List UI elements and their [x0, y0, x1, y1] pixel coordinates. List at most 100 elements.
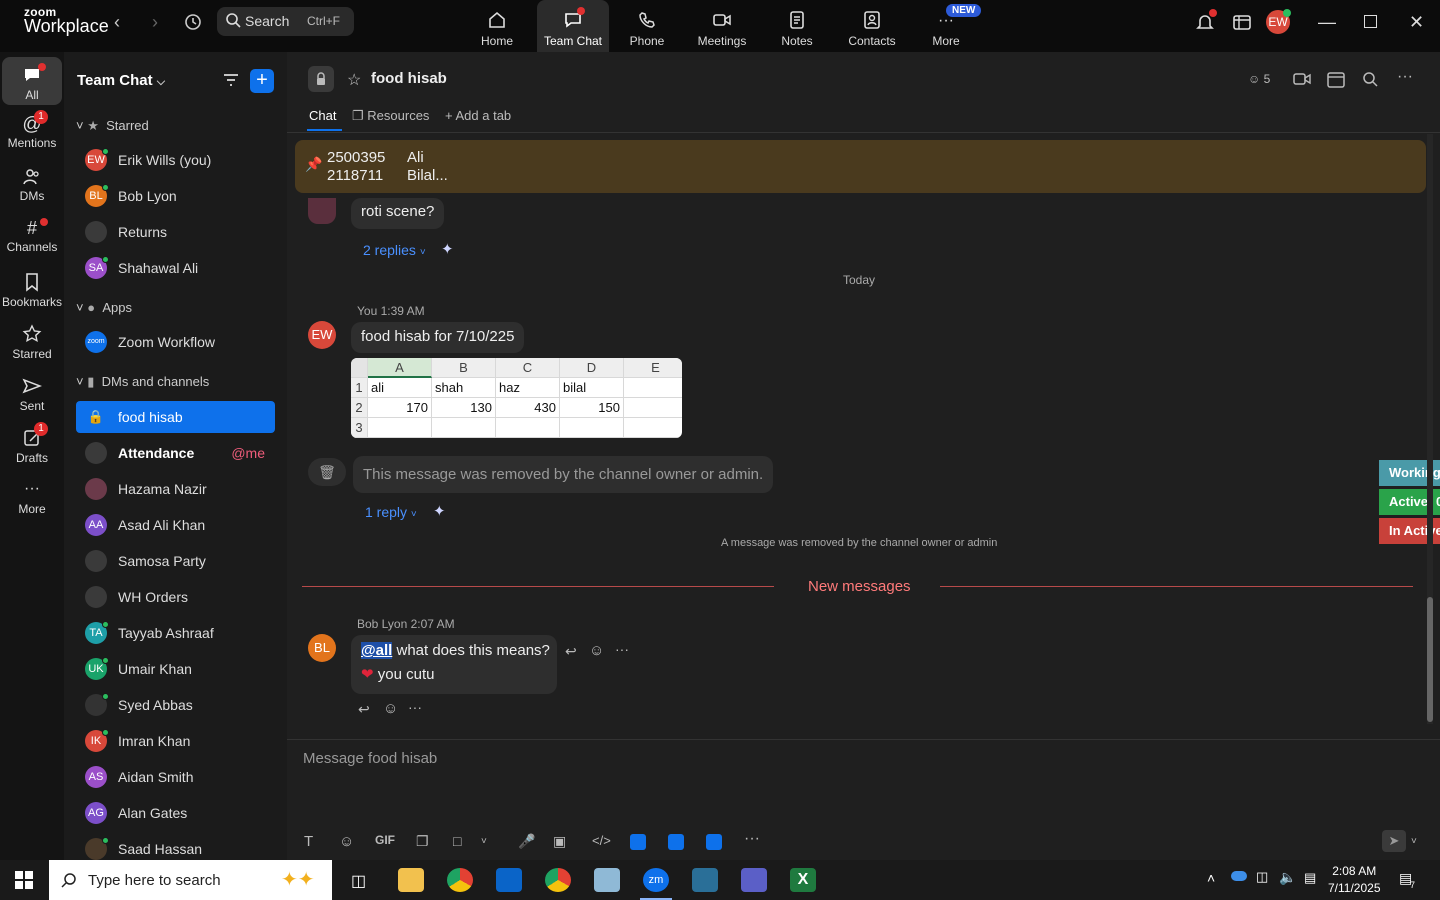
volume-icon[interactable]: 🔈	[1279, 869, 1296, 886]
send-button[interactable]: ➤	[1382, 830, 1406, 852]
nav-team-chat[interactable]: Team Chat	[537, 0, 609, 52]
sidebar-item-samosa[interactable]: Samosa Party	[76, 545, 275, 577]
nav-meetings[interactable]: Meetings	[686, 0, 758, 52]
rail-drafts[interactable]: Drafts 1	[2, 422, 62, 465]
search-box[interactable]: Search Ctrl+F	[217, 7, 354, 36]
app-icon[interactable]	[706, 834, 722, 850]
gif-button[interactable]: GIF	[375, 833, 395, 847]
section-dms-channels[interactable]: ˅ ▮ DMs and channels	[76, 374, 209, 390]
members-button[interactable]: ☺ 5	[1248, 72, 1270, 86]
text-format-icon[interactable]: T	[304, 833, 313, 850]
screenshot-icon[interactable]: □	[453, 833, 461, 849]
security-icon[interactable]: ◫	[1256, 869, 1268, 885]
sidebar-item-food-hisab[interactable]: 🔒 food hisab	[76, 401, 275, 433]
sidebar-item-imran[interactable]: IK Imran Khan	[76, 725, 275, 757]
emoji-react-icon[interactable]: ☺	[383, 700, 398, 717]
nav-notes[interactable]: Notes	[761, 0, 833, 52]
message-bubble[interactable]: food hisab for 7/10/225	[351, 322, 525, 353]
windows-start-icon[interactable]	[15, 871, 33, 894]
rail-sent[interactable]: Sent	[2, 376, 62, 413]
forward-arrow-icon[interactable]: ›	[152, 12, 158, 33]
calendar-icon[interactable]	[1232, 13, 1252, 36]
new-chat-button[interactable]: +	[250, 69, 274, 93]
message-input[interactable]: Message food hisab	[303, 750, 437, 767]
app-icon[interactable]	[668, 834, 684, 850]
minimize-icon[interactable]: —	[1318, 12, 1336, 33]
sidebar-item-syed[interactable]: Syed Abbas	[76, 689, 275, 721]
chrome-icon[interactable]	[447, 868, 473, 892]
app-icon[interactable]	[630, 834, 646, 850]
emoji-icon[interactable]: ☺	[339, 833, 354, 850]
schedule-icon[interactable]	[1327, 70, 1345, 93]
section-starred[interactable]: ˅ ★ Starred	[76, 118, 149, 134]
sidebar-item-erik[interactable]: EW Erik Wills (you)	[76, 144, 275, 176]
sidebar-item-aidan[interactable]: AS Aidan Smith	[76, 761, 275, 793]
sparkle-icon[interactable]: ✦	[433, 502, 446, 520]
maximize-icon[interactable]	[1364, 15, 1377, 28]
chrome-profile-icon[interactable]	[545, 868, 571, 892]
nav-contacts[interactable]: Contacts	[836, 0, 908, 52]
sidebar-title[interactable]: Team Chat ⌵	[77, 72, 165, 89]
nav-more[interactable]: ··· More NEW	[910, 0, 982, 52]
back-arrow-icon[interactable]: ‹	[114, 12, 120, 33]
app-icon[interactable]	[692, 868, 718, 892]
chevron-down-icon[interactable]: ˅	[1411, 836, 1417, 847]
spreadsheet-image[interactable]: A B C D E 1 ali shah haz bilal 2 170 130…	[351, 358, 682, 438]
file-explorer-icon[interactable]	[398, 868, 424, 892]
sidebar-item-wh-orders[interactable]: WH Orders	[76, 581, 275, 613]
sidebar-item-zoom-workflow[interactable]: zoom Zoom Workflow	[76, 326, 275, 358]
tab-chat[interactable]: Chat	[309, 108, 336, 123]
star-icon[interactable]: ☆	[347, 70, 361, 90]
sidebar-item-tayyab[interactable]: TA Tayyab Ashraaf	[76, 617, 275, 649]
sidebar-item-umair[interactable]: UK Umair Khan	[76, 653, 275, 685]
sparkle-icon[interactable]: ✦	[441, 240, 454, 258]
onedrive-icon[interactable]	[1231, 871, 1247, 881]
rail-starred[interactable]: Starred	[2, 324, 62, 361]
rail-dms[interactable]: DMs	[2, 168, 62, 203]
tab-add[interactable]: + Add a tab	[445, 108, 511, 123]
sidebar-item-hazama[interactable]: Hazama Nazir	[76, 473, 275, 505]
network-icon[interactable]: ▤	[1304, 870, 1316, 886]
task-view-icon[interactable]: ◫	[351, 871, 366, 891]
emoji-react-icon[interactable]: ☺	[589, 642, 604, 659]
replies-link[interactable]: 2 replies ˅	[363, 242, 426, 258]
close-icon[interactable]: ✕	[1409, 12, 1424, 33]
sidebar-item-shahawal[interactable]: SA Shahawal Ali	[76, 252, 275, 284]
mention-all[interactable]: @all	[361, 642, 393, 659]
rail-more[interactable]: ··· More	[2, 480, 62, 516]
filter-icon[interactable]	[222, 72, 240, 93]
taskbar-clock[interactable]: 2:08 AM 7/11/2025	[1328, 863, 1381, 897]
sidebar-item-bob[interactable]: BL Bob Lyon	[76, 180, 275, 212]
more-options-icon[interactable]: ···	[1397, 68, 1413, 86]
history-icon[interactable]	[183, 12, 203, 37]
sidebar-item-alan[interactable]: AG Alan Gates	[76, 797, 275, 829]
tab-resources[interactable]: ❐ Resources	[352, 108, 429, 124]
outlook-icon[interactable]	[496, 868, 522, 892]
excel-icon[interactable]: X	[790, 868, 816, 892]
taskbar-search[interactable]: Type here to search ✦✦	[49, 860, 332, 900]
sidebar-item-attendance[interactable]: Attendance @me	[76, 437, 275, 469]
video-message-icon[interactable]: ▣	[553, 833, 566, 850]
video-call-icon[interactable]	[1293, 72, 1311, 91]
teams-icon[interactable]	[741, 868, 767, 892]
reply-icon[interactable]: ↩	[358, 701, 370, 718]
replies-link[interactable]: 1 reply ˅	[365, 504, 417, 520]
search-channel-icon[interactable]	[1362, 71, 1378, 92]
avatar[interactable]: EW	[308, 321, 336, 349]
rail-channels[interactable]: # Channels	[2, 218, 62, 254]
tray-chevron-icon[interactable]: ˄	[1207, 870, 1215, 886]
code-icon[interactable]: </>	[592, 833, 611, 848]
microphone-icon[interactable]: 🎤	[518, 833, 535, 850]
section-apps[interactable]: ˅ ● Apps	[76, 300, 132, 315]
avatar[interactable]: BL	[308, 634, 336, 662]
rail-mentions[interactable]: @ Mentions 1	[2, 110, 62, 150]
sidebar-item-saad[interactable]: Saad Hassan	[76, 833, 275, 860]
chevron-down-icon[interactable]: ˅	[481, 836, 487, 847]
scrollbar-thumb[interactable]	[1427, 597, 1433, 722]
pinned-message-bar[interactable]: 📌 2500395 Ali 2118711 Bilal...	[295, 140, 1426, 193]
nav-phone[interactable]: Phone	[611, 0, 683, 52]
message-bubble[interactable]: @all what does this means? ❤ you cutu	[351, 635, 557, 694]
message-bubble[interactable]: roti scene?	[351, 198, 445, 229]
more-actions-icon[interactable]: ···	[615, 641, 629, 657]
file-icon[interactable]: ❐	[416, 833, 429, 850]
